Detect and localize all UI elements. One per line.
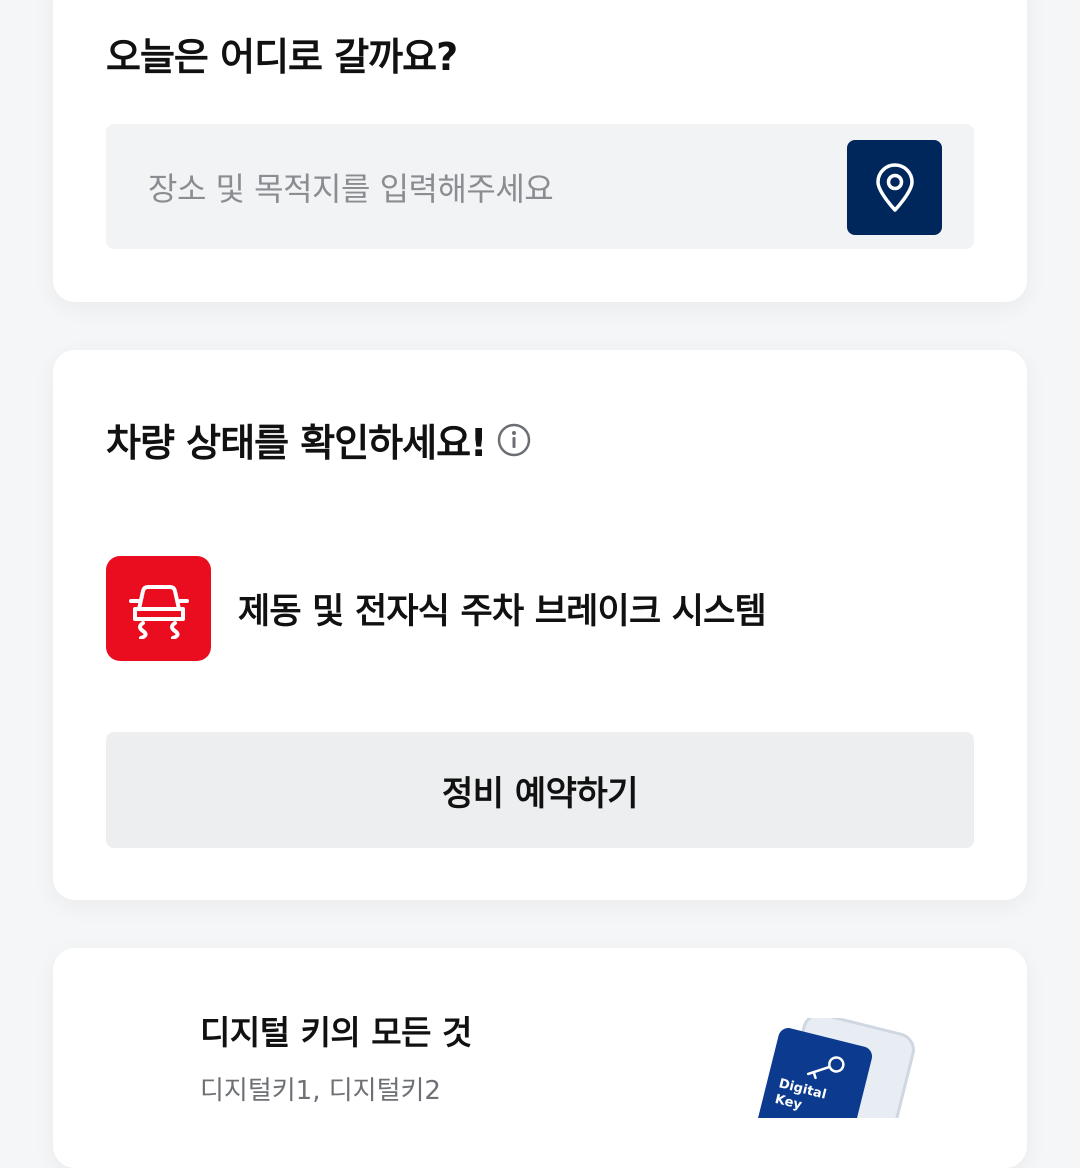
service-reservation-button[interactable]: 정비 예약하기 xyxy=(106,732,974,848)
digital-key-card[interactable]: 디지털 키의 모든 것 디지털키1, 디지털키2 Digital Key xyxy=(53,948,1027,1168)
digital-key-subtitle: 디지털키1, 디지털키2 xyxy=(200,1076,441,1106)
info-icon[interactable] xyxy=(496,422,532,458)
map-pin-icon xyxy=(875,162,914,212)
location-button[interactable] xyxy=(847,140,942,235)
destination-card: 오늘은 어디로 갈까요? 장소 및 목적지를 입력해주세요 xyxy=(53,0,1027,302)
destination-title: 오늘은 어디로 갈까요? xyxy=(106,35,458,79)
search-placeholder: 장소 및 목적지를 입력해주세요 xyxy=(148,170,554,208)
destination-search-input[interactable]: 장소 및 목적지를 입력해주세요 xyxy=(106,124,974,249)
digital-key-illustration: Digital Key xyxy=(751,1018,915,1118)
warning-item[interactable]: 제동 및 전자식 주차 브레이크 시스템 xyxy=(106,556,767,661)
digital-key-title: 디지털 키의 모든 것 xyxy=(200,1013,472,1052)
vehicle-status-card: 차량 상태를 확인하세요! 제동 및 전자식 주차 브레이크 시스템 정비 예약… xyxy=(53,350,1027,900)
warning-label: 제동 및 전자식 주차 브레이크 시스템 xyxy=(238,592,767,632)
vehicle-status-title: 차량 상태를 확인하세요! xyxy=(106,421,487,465)
car-skid-warning-icon xyxy=(106,556,211,661)
vehicle-status-header: 차량 상태를 확인하세요! xyxy=(106,412,532,467)
